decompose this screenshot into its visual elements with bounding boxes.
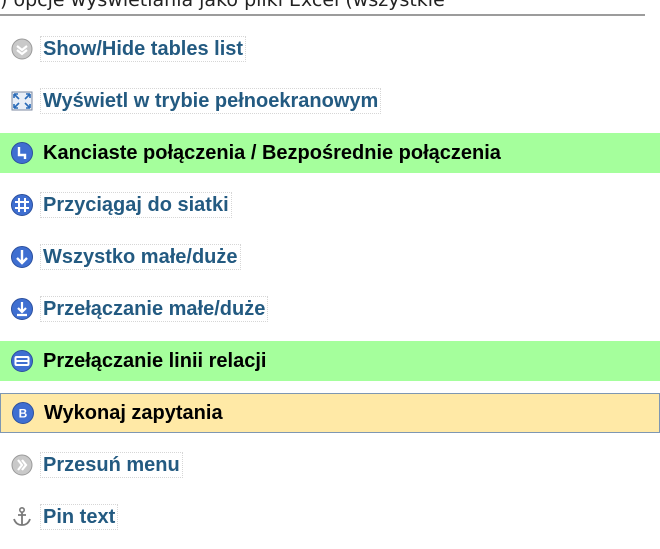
menu-item-label: Kanciaste połączenia / Bezpośrednie połą… [43,142,501,164]
menu-item-toggle-small-big[interactable]: Przełączanie małe/duże [0,289,660,329]
menu-item-label: Przesuń menu [40,452,183,478]
menu-item-relation-lines[interactable]: Przełączanie linii relacji [0,341,660,381]
menu-item-label: Przełączanie linii relacji [43,350,267,372]
menu-item-label: Wszystko małe/duże [40,244,241,270]
svg-text:B: B [19,407,28,421]
menu-item-label: Przyciągaj do siatki [40,192,232,218]
menu-item-fullscreen[interactable]: Wyświetl w trybie pełnoekranowym [0,81,660,121]
angular-links-icon [10,141,34,165]
exec-query-icon: B [11,401,35,425]
menu-item-pin-text[interactable]: Pin text [0,497,660,537]
menu-item-label: Wykonaj zapytania [44,402,223,424]
all-small-big-icon [10,245,34,269]
menu-item-label: Pin text [40,504,119,530]
divider [0,14,645,16]
move-menu-icon [10,453,34,477]
menu-item-show-hide-tables[interactable]: Show/Hide tables list [0,29,660,69]
menu-item-all-small-big[interactable]: Wszystko małe/duże [0,237,660,277]
designer-side-menu: Show/Hide tables list Wyświetl w trybie … [0,29,660,549]
menu-item-move-menu[interactable]: Przesuń menu [0,445,660,485]
menu-item-label: Wyświetl w trybie pełnoekranowym [40,88,382,114]
menu-item-angular-links[interactable]: Kanciaste połączenia / Bezpośrednie połą… [0,133,660,173]
menu-item-execute-queries[interactable]: B Wykonaj zapytania [0,393,660,433]
relation-lines-icon [10,349,34,373]
fullscreen-icon [10,89,34,113]
menu-item-snap-to-grid[interactable]: Przyciągaj do siatki [0,185,660,225]
toggle-small-big-icon [10,297,34,321]
menu-item-label: Przełączanie małe/duże [40,296,269,322]
show-hide-icon [10,37,34,61]
grid-icon [10,193,34,217]
cut-off-text: ) opcje wyświetlania jako pliki Excel (w… [0,0,445,11]
menu-item-label: Show/Hide tables list [40,36,247,62]
anchor-icon [10,505,34,529]
